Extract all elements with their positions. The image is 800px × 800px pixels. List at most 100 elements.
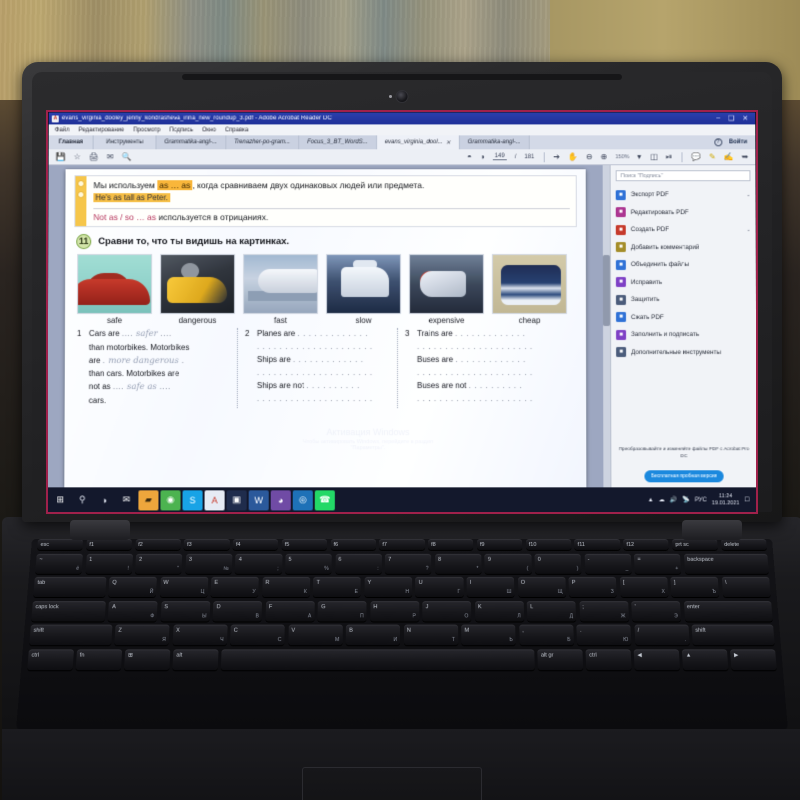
action-center-icon[interactable]: ☐ xyxy=(744,496,749,503)
key-esc[interactable]: esc xyxy=(37,539,84,550)
key-delete[interactable]: delete xyxy=(720,539,767,550)
tab-document-1[interactable]: Trenazher-po-gram... xyxy=(226,135,300,150)
key-P[interactable]: PЗ xyxy=(568,576,618,598)
tab-document-4[interactable]: Grammatika-angl-... xyxy=(459,135,530,150)
next-page-icon[interactable]: ◑ xyxy=(480,152,485,161)
language-indicator[interactable]: РУС xyxy=(695,497,707,503)
tools-search-input[interactable]: Поиск "Подпись" xyxy=(615,170,751,182)
key-6[interactable]: 6: xyxy=(335,553,382,574)
tool-item-4[interactable]: ■ Объединить файлы xyxy=(615,256,751,273)
key-f7[interactable]: f7 xyxy=(379,539,425,550)
key--[interactable]: - _ xyxy=(584,553,632,574)
key-7[interactable]: 7? xyxy=(385,553,432,574)
tab-document-0[interactable]: Grammatika-angl-... xyxy=(156,135,227,150)
key-M[interactable]: MЬ xyxy=(461,624,516,646)
key-f5[interactable]: f5 xyxy=(281,539,328,550)
key-][interactable]: ] Ъ xyxy=(670,576,720,598)
chevron-down-icon[interactable]: ⌄ xyxy=(746,192,750,198)
key-E[interactable]: EУ xyxy=(210,576,260,598)
key-S[interactable]: SЫ xyxy=(160,600,211,621)
save-icon[interactable]: 💾 xyxy=(56,152,66,161)
key-f12[interactable]: f12 xyxy=(623,539,670,550)
tab-document-3[interactable]: evans_virginia_dool... ✕ xyxy=(376,135,460,150)
menu-item-5[interactable]: Справка xyxy=(225,127,249,133)
key-0[interactable]: 0) xyxy=(534,553,582,574)
menu-item-1[interactable]: Редактирование xyxy=(78,127,124,133)
key-~[interactable]: ~ ё xyxy=(35,553,84,574)
key-Z[interactable]: ZЯ xyxy=(114,624,170,646)
key-'[interactable]: ' Э xyxy=(631,600,682,621)
word-icon[interactable]: W xyxy=(248,489,269,510)
acrobat-reader-icon[interactable]: A xyxy=(204,489,225,510)
key-\[interactable]: \ xyxy=(721,576,771,598)
minimize-button[interactable]: – xyxy=(716,114,720,122)
menu-item-2[interactable]: Просмотр xyxy=(133,127,160,133)
key-[[interactable]: [Х xyxy=(619,576,669,598)
key-R[interactable]: RК xyxy=(261,576,311,598)
zoom-out-icon[interactable]: ⊖ xyxy=(586,152,593,161)
page-viewport[interactable]: Мы используем as … as, когда сравниваем … xyxy=(48,165,603,488)
key-caps-lock[interactable]: caps lock xyxy=(31,600,106,621)
highlight-icon[interactable]: ✎ xyxy=(709,152,716,161)
fit-page-icon[interactable]: ◫ xyxy=(650,152,658,161)
mail-icon[interactable]: ✉ xyxy=(116,490,136,510)
key-shift[interactable]: shift xyxy=(29,624,113,646)
toolbar-page-group[interactable]: ◓ ◑ 149 / 181 xyxy=(467,152,534,161)
tool-item-7[interactable]: ■ Сжать PDF xyxy=(616,309,751,327)
close-button[interactable]: ✕ xyxy=(742,114,748,122)
key-fn[interactable]: fn xyxy=(75,648,122,670)
media-player-icon[interactable]: ◎ xyxy=(292,489,313,510)
windows-taskbar[interactable]: ⊞ ⚲ ◑ ✉ ▰ ◉ S A ▣ W ◕ ◎ ☎ ▲ ☁ 🔊 📡 РУС 11:24 19.01.20… xyxy=(48,487,756,512)
comment-icon[interactable]: 💬 xyxy=(691,152,701,161)
key-Y[interactable]: YН xyxy=(364,576,413,598)
key-f1[interactable]: f1 xyxy=(85,539,133,550)
key-1[interactable]: 1! xyxy=(85,553,133,574)
key-8[interactable]: 8 * xyxy=(434,553,482,574)
key-tab[interactable]: tab xyxy=(33,576,107,598)
show-hidden-icons-chevron[interactable]: ▲ xyxy=(648,497,654,503)
page-number-input[interactable]: 149 xyxy=(492,153,507,161)
key-f2[interactable]: f2 xyxy=(134,539,181,550)
zoom-in-icon[interactable]: ⊕ xyxy=(601,152,608,161)
rotate-icon[interactable]: ⏯ xyxy=(666,152,672,161)
key-=[interactable]: = + xyxy=(634,553,682,574)
tool-item-9[interactable]: ■ Дополнительные инструменты xyxy=(616,344,751,362)
key-ctrl[interactable]: ctrl xyxy=(27,648,74,670)
whatsapp-icon[interactable]: ☎ xyxy=(314,489,335,510)
key-9[interactable]: 9( xyxy=(484,553,532,574)
key-F[interactable]: FА xyxy=(265,600,315,621)
toolbar-annot-group[interactable]: 💬 ✎ ✍ ➥ xyxy=(691,152,748,161)
key-;[interactable]: ; Ж xyxy=(579,600,629,621)
tool-item-2[interactable]: ■ Создать PDF ⌄ xyxy=(615,221,751,238)
microsoft-store-icon[interactable]: ▣ xyxy=(226,489,247,510)
tool-item-3[interactable]: ■ Добавить комментарий xyxy=(615,239,751,256)
window-controls[interactable]: – ❑ ✕ xyxy=(716,114,752,122)
key-L[interactable]: LД xyxy=(526,600,577,621)
signin-button[interactable]: Войти xyxy=(729,139,747,145)
trackpad[interactable] xyxy=(302,767,482,800)
tool-item-0[interactable]: ■ Экспорт PDF ⌄ xyxy=(615,186,751,203)
sign-icon[interactable]: ✍ xyxy=(724,152,734,161)
key-W[interactable]: WЦ xyxy=(159,576,209,598)
key-⊞[interactable]: ⊞ xyxy=(124,648,170,670)
key-ctrl[interactable]: ctrl xyxy=(585,648,632,670)
key-A[interactable]: AФ xyxy=(108,600,159,621)
free-trial-button[interactable]: Бесплатная пробная версия xyxy=(644,470,724,483)
menu-item-4[interactable]: Окно xyxy=(202,127,216,133)
file-explorer-icon[interactable]: ▰ xyxy=(138,489,159,510)
toolbar-left-group[interactable]: 💾 ☆ 🖨 ✉ 🔍 xyxy=(56,152,132,161)
tools-list[interactable]: ■ Экспорт PDF ⌄ ■ Редактировать PDF ■ Создать … xyxy=(615,186,752,362)
clock[interactable]: 11:24 19.01.2021 xyxy=(712,494,740,507)
key-,[interactable]: ,Б xyxy=(519,624,574,646)
key-▶[interactable]: ▶ xyxy=(730,648,777,670)
chevron-down-icon[interactable]: ▾ xyxy=(637,152,641,161)
key-I[interactable]: IШ xyxy=(466,576,515,598)
key-/[interactable]: /. xyxy=(634,624,690,646)
key-f6[interactable]: f6 xyxy=(330,539,376,550)
key-O[interactable]: OЩ xyxy=(517,576,566,598)
key-f9[interactable]: f9 xyxy=(476,539,523,550)
key-V[interactable]: VМ xyxy=(287,624,343,646)
key-2[interactable]: 2 " xyxy=(135,553,183,574)
key-3[interactable]: 3 № xyxy=(185,553,233,574)
tool-item-1[interactable]: ■ Редактировать PDF xyxy=(615,204,751,221)
